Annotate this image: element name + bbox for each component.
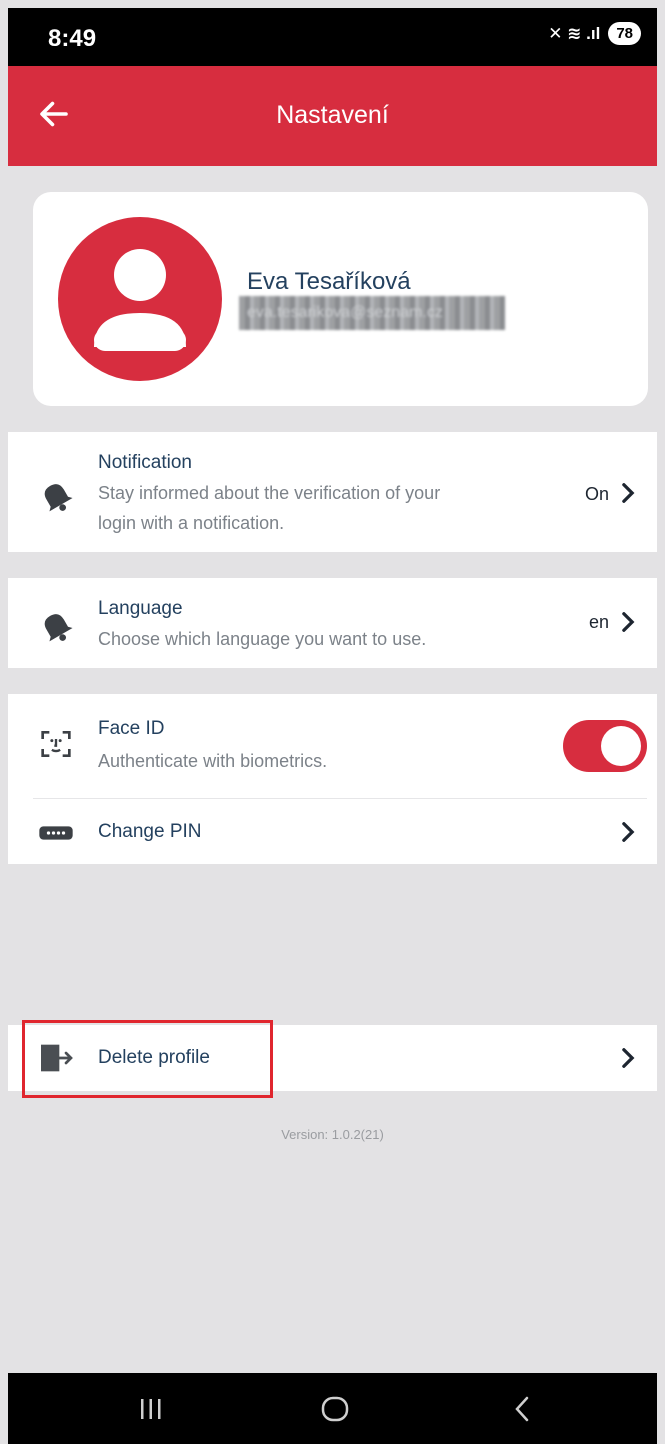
change-pin-row[interactable]: Change PIN bbox=[8, 799, 657, 864]
status-bar: 8:49 ✕ ≋ .ıl 78 bbox=[8, 8, 657, 66]
language-desc: Choose which language you want to use. bbox=[98, 629, 427, 649]
system-nav-bar bbox=[8, 1373, 657, 1444]
chevron-right-icon bbox=[622, 483, 635, 503]
toggle-knob bbox=[601, 726, 641, 766]
bell-icon bbox=[44, 484, 73, 512]
change-pin-title: Change PIN bbox=[98, 821, 202, 842]
notification-setting[interactable]: Notification Stay informed about the ver… bbox=[8, 432, 657, 552]
profile-email-redacted: eva.tesarikova@seznam.cz bbox=[239, 296, 505, 330]
language-title: Language bbox=[98, 598, 183, 619]
security-section: Face ID Authenticate with biometrics. Ch… bbox=[8, 694, 657, 864]
app-bar: Nastavení bbox=[8, 66, 657, 166]
recent-apps-icon[interactable] bbox=[138, 1395, 164, 1423]
version-label: Version: 1.0.2(21) bbox=[281, 1127, 384, 1142]
face-id-toggle[interactable] bbox=[563, 720, 647, 772]
chevron-right-icon bbox=[622, 822, 635, 842]
notification-desc-line1: Stay informed about the verification of … bbox=[98, 483, 441, 503]
profile-name: Eva Tesaříková bbox=[247, 268, 411, 295]
home-icon[interactable] bbox=[320, 1395, 350, 1423]
language-setting[interactable]: Language Choose which language you want … bbox=[8, 578, 657, 668]
delete-profile-highlight bbox=[22, 1020, 273, 1098]
face-id-desc: Authenticate with biometrics. bbox=[98, 751, 328, 771]
face-id-title: Face ID bbox=[98, 718, 165, 739]
notification-desc-line2: login with a notification. bbox=[98, 513, 285, 533]
face-id-icon bbox=[41, 731, 71, 757]
bell-icon bbox=[44, 614, 73, 642]
profile-card: Eva Tesaříková eva.tesarikova@seznam.cz bbox=[33, 192, 648, 406]
chevron-right-icon bbox=[622, 1048, 635, 1068]
chevron-right-icon bbox=[622, 612, 635, 632]
page-title: Nastavení bbox=[276, 101, 389, 129]
language-value: en bbox=[588, 612, 609, 632]
pin-keypad-icon bbox=[39, 826, 73, 840]
status-icons: ✕ ≋ .ıl 78 bbox=[548, 22, 641, 45]
notification-title: Notification bbox=[98, 452, 192, 473]
notification-value: On bbox=[584, 484, 609, 504]
status-time: 8:49 bbox=[48, 25, 97, 52]
back-nav-icon[interactable] bbox=[512, 1395, 532, 1423]
signal-icon: ✕ ≋ .ıl bbox=[548, 23, 601, 43]
battery-indicator: 78 bbox=[608, 22, 641, 45]
user-avatar-icon bbox=[58, 217, 222, 381]
